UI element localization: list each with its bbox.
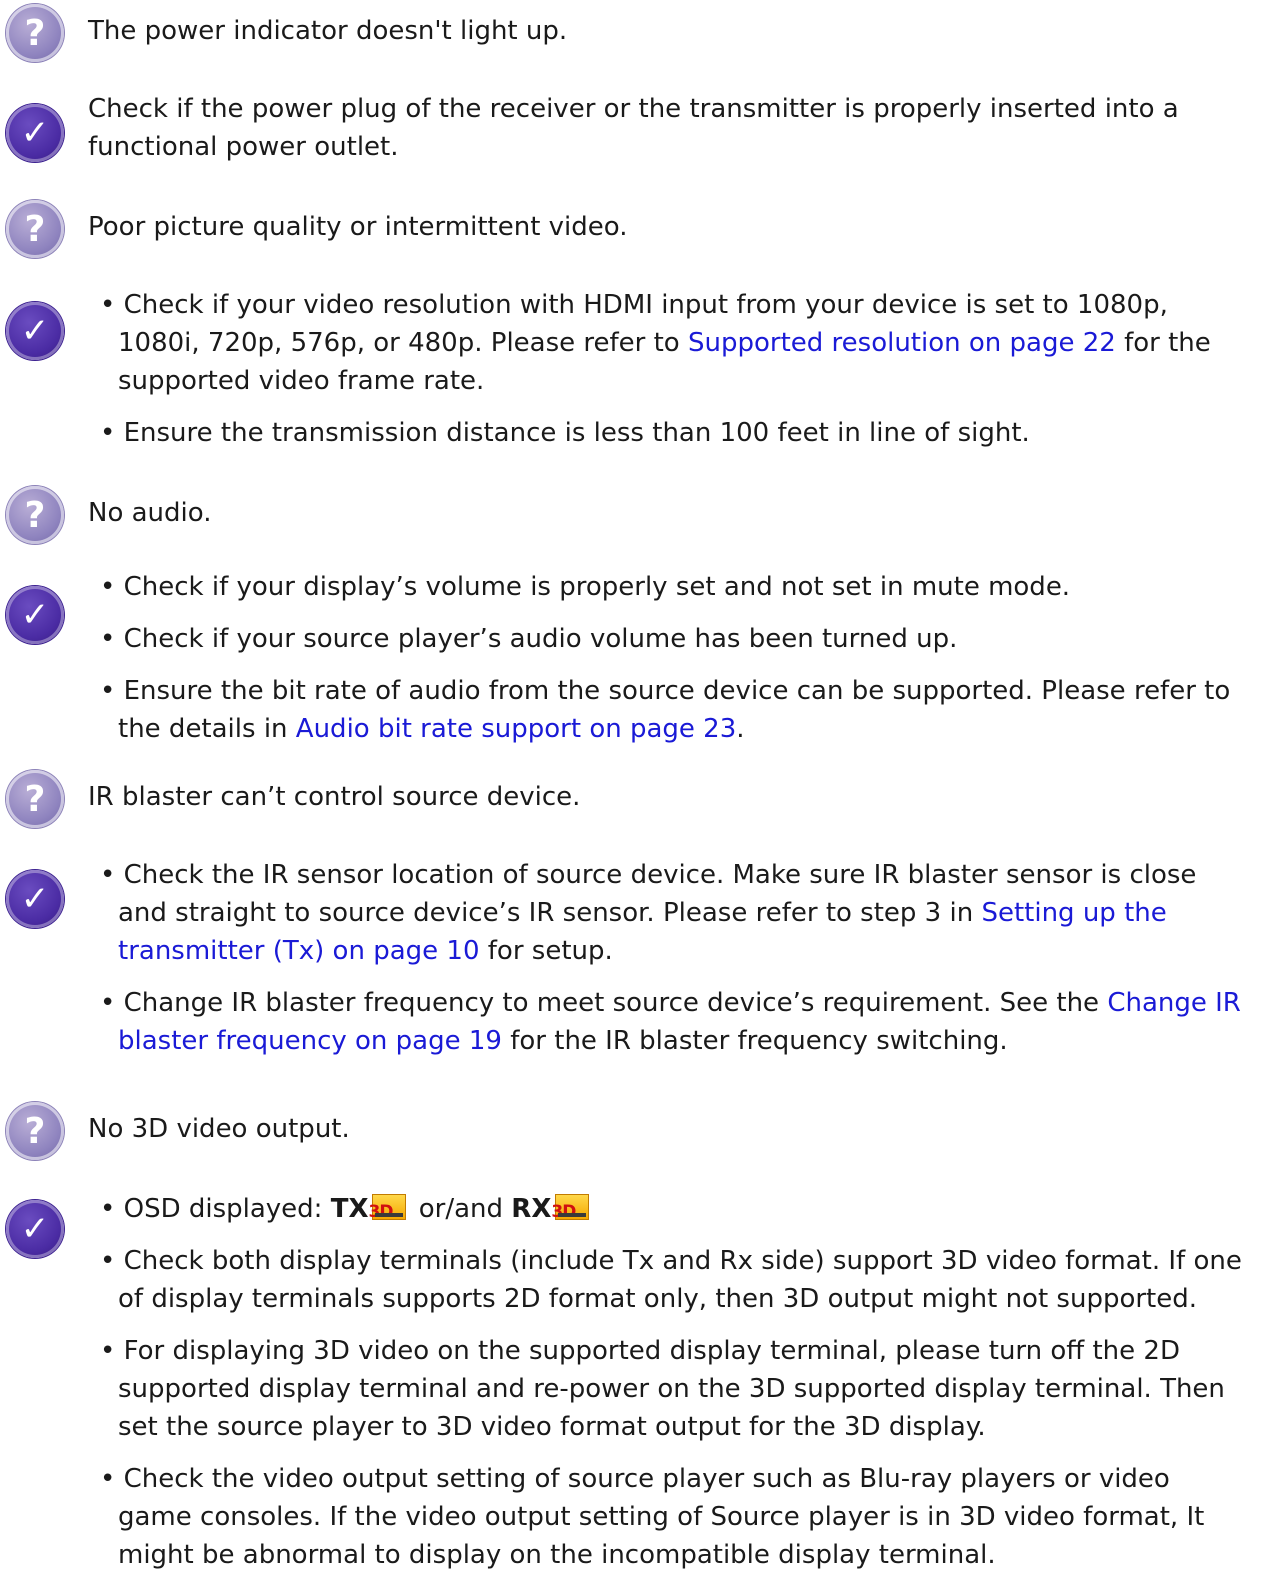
3d-osd-icon: 3D — [369, 1194, 407, 1222]
3d-osd-icon: 3D — [551, 1194, 590, 1222]
answer-bullet: • Check both display terminals (include … — [100, 1246, 1242, 1314]
answer-bullet: • Check the IR sensor location of source… — [100, 860, 1197, 966]
answer-bullet: • Ensure the transmission distance is le… — [100, 418, 1030, 448]
answer-bullet: • Change IR blaster frequency to meet so… — [100, 988, 1241, 1056]
answer-text: Check if the power plug of the receiver … — [88, 94, 1179, 162]
answer-bullet: • Check the video output setting of sour… — [100, 1464, 1205, 1570]
question-text: No 3D video output. — [88, 1114, 350, 1144]
question-icon: ? — [6, 200, 64, 258]
question-text: Poor picture quality or intermittent vid… — [88, 212, 628, 242]
osd-bullet: • OSD displayed: TX 3D or/and RX 3D — [100, 1190, 1242, 1228]
check-icon: ✓ — [6, 870, 64, 928]
check-icon: ✓ — [6, 104, 64, 162]
answer-bullet: • Check if your source player’s audio vo… — [100, 624, 958, 654]
check-icon: ✓ — [6, 586, 64, 644]
question-text: The power indicator doesn't light up. — [88, 16, 568, 46]
link-audio-bit-rate[interactable]: Audio bit rate support on page 23 — [296, 714, 736, 744]
question-text: No audio. — [88, 498, 212, 528]
question-icon: ? — [6, 1102, 64, 1160]
question-text: IR blaster can’t control source device. — [88, 782, 581, 812]
link-supported-resolution[interactable]: Supported resolution on page 22 — [688, 328, 1116, 358]
check-icon: ✓ — [6, 1200, 64, 1258]
answer-bullet: • Ensure the bit rate of audio from the … — [100, 676, 1231, 744]
check-icon: ✓ — [6, 302, 64, 360]
question-icon: ? — [6, 4, 64, 62]
answer-bullet: • For displaying 3D video on the support… — [100, 1336, 1225, 1442]
answer-bullet: • Check if your display’s volume is prop… — [100, 572, 1071, 602]
answer-bullet: • Check if your video resolution with HD… — [100, 290, 1211, 396]
question-icon: ? — [6, 486, 64, 544]
question-icon: ? — [6, 770, 64, 828]
